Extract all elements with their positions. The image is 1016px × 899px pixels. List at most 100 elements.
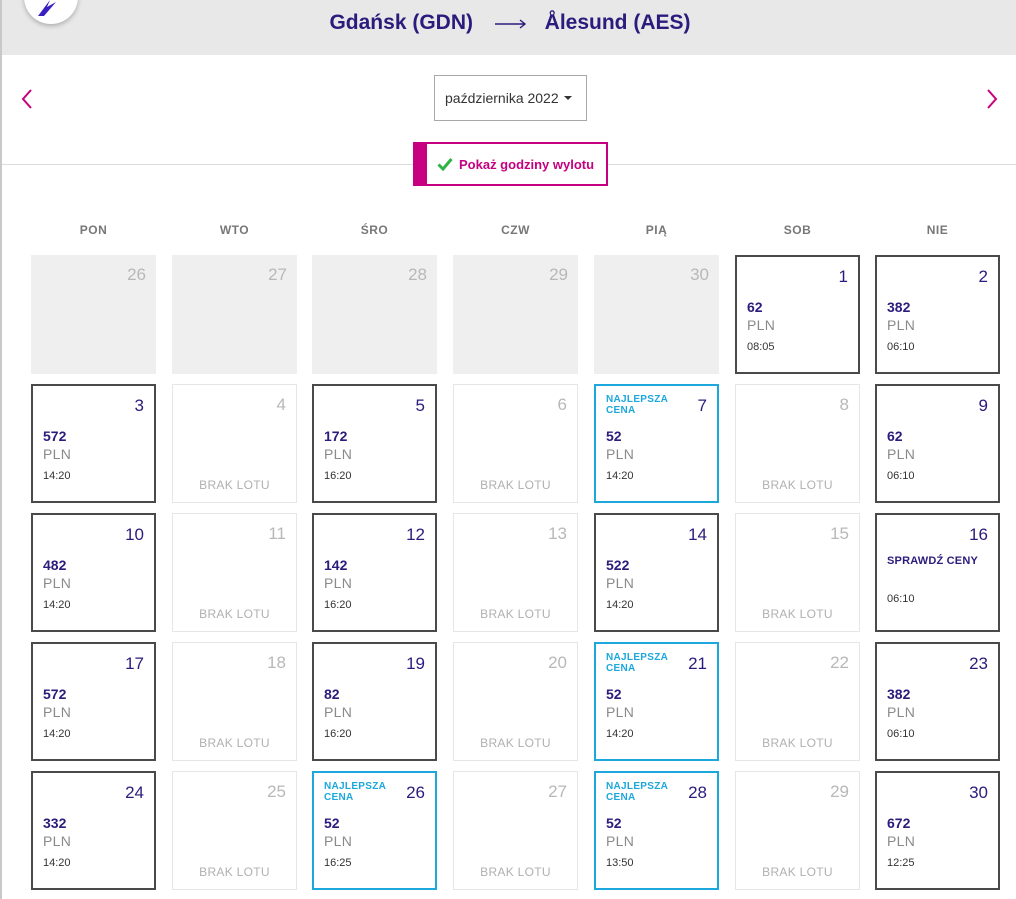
weekday-label: SOB [783,223,812,237]
day-number: 30 [969,783,988,802]
route-header: Gdańsk (GDN) Ålesund (AES) [0,0,1016,55]
fare-price: 142 [324,557,348,573]
day-number: 2 [978,267,988,286]
day-number: 10 [125,525,144,544]
day-cell-available[interactable]: 9 62 PLN 06:10 [875,384,1000,503]
route-title: Gdańsk (GDN) Ålesund (AES) [2,11,1016,35]
day-cell-available[interactable]: 23 382 PLN 06:10 [875,642,1000,761]
fare-currency: PLN [324,704,353,720]
day-number: 14 [688,525,707,544]
no-flight-label: BRAK LOTU [199,736,270,750]
day-cell-best[interactable]: 7 NAJLEPSZA CENA 52 PLN 14:20 [594,384,719,503]
day-cell-available[interactable]: 1 62 PLN 08:05 [735,255,860,374]
fare-currency: PLN [43,575,72,591]
day-cell-available[interactable]: 17 572 PLN 14:20 [31,642,156,761]
day-number: 22 [830,653,849,672]
day-cell-best[interactable]: 28 NAJLEPSZA CENA 52 PLN 13:50 [594,771,719,890]
day-cell-no_flight: 4 BRAK LOTU [172,384,297,503]
day-number: 21 [688,654,707,673]
fare-currency: PLN [887,446,916,462]
weekday-label: ŚRO [360,223,389,237]
day-number: 17 [125,654,144,673]
best-price-badge: NAJLEPSZA CENA [606,652,668,674]
no-flight-label: BRAK LOTU [762,478,833,492]
day-cell-available[interactable]: 30 672 PLN 12:25 [875,771,1000,890]
fare-price: 332 [43,815,67,831]
no-flight-label: BRAK LOTU [480,478,551,492]
prev-month-button[interactable] [20,88,34,115]
day-cell-available[interactable]: 14 522 PLN 14:20 [594,513,719,632]
day-cell-best[interactable]: 21 NAJLEPSZA CENA 52 PLN 14:20 [594,642,719,761]
fare-price: 572 [43,428,67,444]
day-cell-available[interactable]: 12 142 PLN 16:20 [312,513,437,632]
departure-time: 14:20 [43,599,71,611]
fare-price: 52 [324,815,340,831]
next-month-button[interactable] [985,88,999,115]
weekday-label: PON [79,223,108,237]
day-cell-available[interactable]: 19 82 PLN 16:20 [312,642,437,761]
toggle-accent-bar [415,144,427,184]
day-cell-no_flight: 11 BRAK LOTU [172,513,297,632]
best-price-badge: NAJLEPSZA CENA [606,394,668,416]
day-cell-no_flight: 18 BRAK LOTU [172,642,297,761]
day-cell-past: 29 [453,255,578,374]
day-cell-available[interactable]: 24 332 PLN 14:20 [31,771,156,890]
day-number: 15 [830,524,849,543]
best-price-badge: NAJLEPSZA CENA [324,781,386,803]
month-select-value: października 2022 [445,90,559,106]
departure-time: 16:25 [324,857,352,869]
day-number: 8 [839,395,849,414]
day-cell-past: 28 [312,255,437,374]
day-cell-no_flight: 29 BRAK LOTU [735,771,860,890]
day-number: 25 [267,782,286,801]
fare-currency: PLN [324,833,353,849]
day-cell-past: 26 [31,255,156,374]
fare-currency: PLN [324,446,353,462]
day-number: 13 [548,524,567,543]
day-cell-no_flight: 8 BRAK LOTU [735,384,860,503]
chevron-left-icon [21,89,32,109]
fare-currency: PLN [43,704,72,720]
departure-time: 16:20 [324,599,352,611]
day-cell-available[interactable]: 3 572 PLN 14:20 [31,384,156,503]
day-cell-available[interactable]: 10 482 PLN 14:20 [31,513,156,632]
show-departure-times-toggle[interactable]: Pokaż godziny wylotu [413,142,608,186]
day-number: 28 [408,265,427,284]
day-number: 27 [268,265,287,284]
day-number: 4 [276,395,286,414]
departure-time: 14:20 [43,857,71,869]
day-cell-available[interactable]: 5 172 PLN 16:20 [312,384,437,503]
month-select[interactable]: października 2022 [434,75,587,121]
day-cell-available[interactable]: 2 382 PLN 06:10 [875,255,1000,374]
day-number: 3 [134,396,144,415]
weekday-label: NIE [926,223,949,237]
day-cell-best[interactable]: 26 NAJLEPSZA CENA 52 PLN 16:25 [312,771,437,890]
departure-time: 13:50 [606,857,634,869]
fare-currency: PLN [43,446,72,462]
fare-price: 382 [887,299,911,315]
day-cell-past: 30 [594,255,719,374]
fare-currency: PLN [324,575,353,591]
departure-time: 14:20 [606,599,634,611]
chevron-right-icon [987,89,998,109]
departure-time: 14:20 [43,728,71,740]
fare-price: 572 [43,686,67,702]
day-cell-past: 27 [172,255,297,374]
day-number: 6 [557,395,567,414]
departure-time: 08:05 [747,341,775,353]
departure-time: 16:20 [324,470,352,482]
fare-currency: PLN [887,833,916,849]
day-number: 11 [268,524,286,543]
departure-time: 14:20 [43,470,71,482]
departure-time: 06:10 [887,728,915,740]
departure-time: 06:10 [887,593,915,605]
day-number: 26 [127,265,146,284]
day-number: 1 [838,267,848,286]
weekday-label: PIĄ [645,223,668,237]
fare-currency: PLN [606,704,635,720]
day-cell-check[interactable]: 16 SPRAWDŹ CENY 06:10 [875,513,1000,632]
departure-time: 16:20 [324,728,352,740]
weekday-label: CZW [501,223,530,237]
no-flight-label: BRAK LOTU [480,607,551,621]
day-number: 7 [697,396,707,415]
